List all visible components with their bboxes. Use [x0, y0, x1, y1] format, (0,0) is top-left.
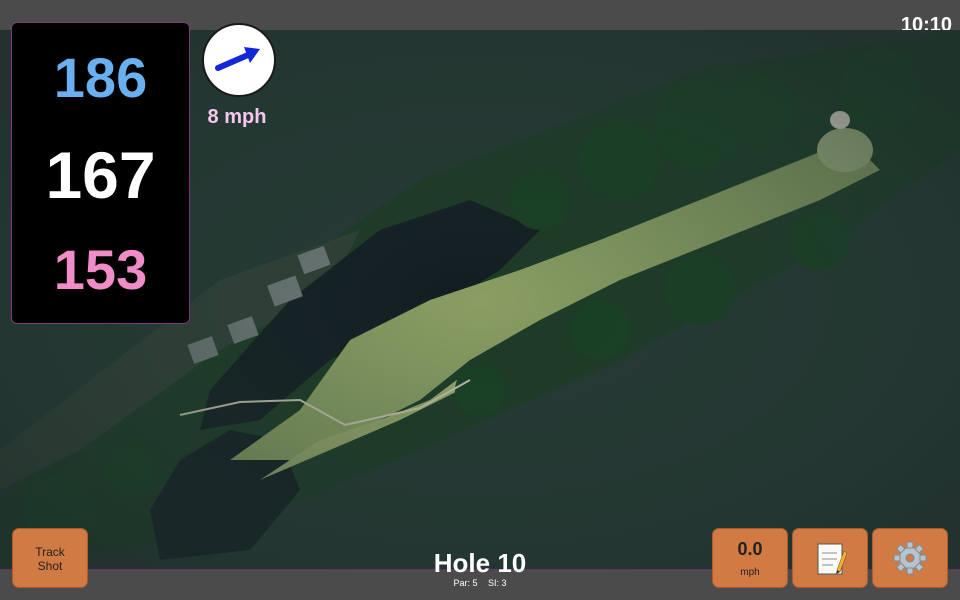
- speed-button[interactable]: 0.0 mph: [712, 528, 788, 588]
- front-distance: 153: [53, 238, 148, 301]
- gear-icon: [893, 541, 927, 575]
- wind-speed-label: 8 mph: [207, 106, 267, 128]
- hole-meta: Par: 5 SI: 3: [380, 578, 580, 588]
- back-distance: 186: [53, 46, 148, 109]
- track-shot-label-line2: Shot: [37, 559, 63, 573]
- speed-unit: mph: [740, 567, 760, 578]
- wind-arrow-icon: [215, 47, 260, 71]
- track-shot-label-line1: Track: [35, 545, 65, 559]
- stroke-index-label: SI: 3: [488, 578, 507, 588]
- distance-panel: 186 167 153: [11, 22, 190, 324]
- middle-distance: 167: [45, 138, 156, 212]
- scorecard-notes-button[interactable]: [792, 528, 868, 588]
- hole-title: Hole 10: [433, 548, 527, 578]
- notepad-icon: [817, 543, 848, 575]
- par-label: Par: 5: [453, 578, 478, 588]
- track-shot-button[interactable]: Track Shot: [12, 528, 88, 588]
- settings-button[interactable]: [872, 528, 948, 588]
- speed-value: 0.0: [737, 539, 763, 559]
- wind-indicator: [202, 23, 276, 97]
